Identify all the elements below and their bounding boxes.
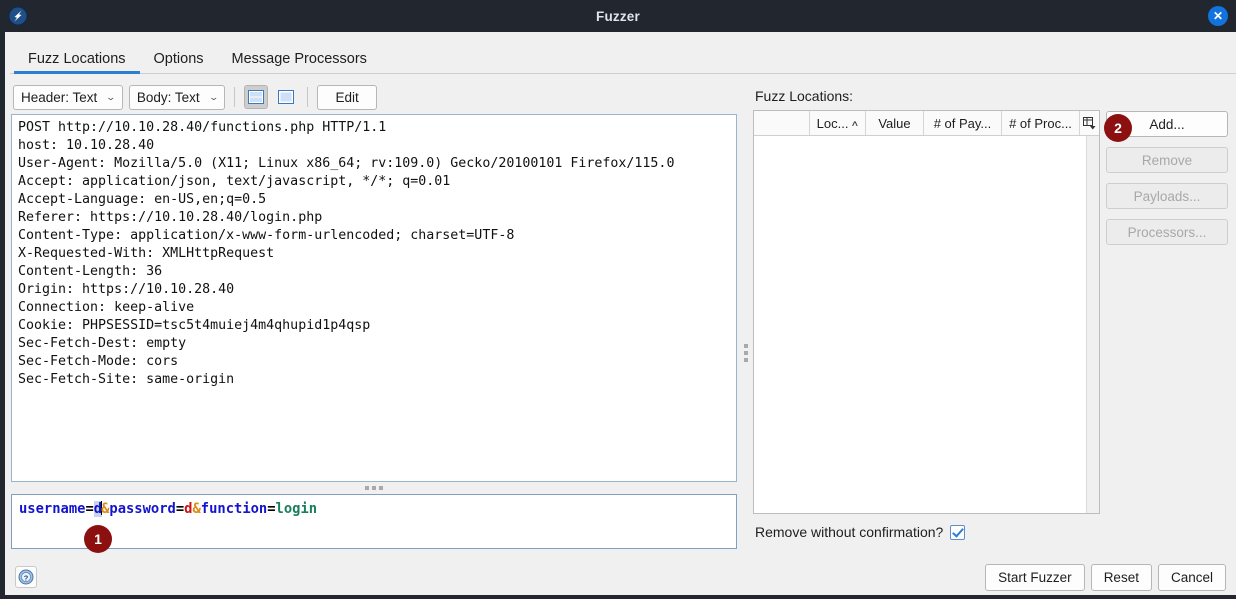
body-value-function: login	[275, 501, 318, 517]
fuzz-locations-label: Fuzz Locations:	[755, 88, 854, 104]
window-left-border	[0, 32, 5, 599]
chevron-down-icon: ⌄	[208, 91, 219, 102]
annotation-badge-1: 1	[84, 525, 112, 553]
editor-toolbar: Header: Text ⌄ Body: Text ⌄ Edit	[9, 80, 739, 114]
table-rows-container[interactable]	[754, 136, 1086, 513]
window-title: Fuzzer	[596, 8, 640, 24]
fuzz-locations-body: Loc... ∧ Value # of Pay... # of Proc...	[753, 110, 1228, 514]
body-amp-2: &	[192, 501, 201, 517]
table-column-settings-icon[interactable]	[1080, 111, 1099, 135]
column-header-location-label: Loc...	[816, 115, 849, 131]
zap-logo-icon	[8, 6, 28, 26]
close-icon[interactable]: ✕	[1208, 6, 1228, 26]
table-vertical-scrollbar[interactable]	[1086, 136, 1099, 513]
edit-button[interactable]: Edit	[317, 84, 378, 110]
sort-ascending-icon: ∧	[851, 118, 860, 128]
tab-bar: Fuzz Locations Options Message Processor…	[0, 32, 1236, 74]
tab-fuzz-locations[interactable]: Fuzz Locations	[14, 51, 140, 74]
payloads-button[interactable]: Payloads...	[1106, 183, 1228, 209]
dialog-content: Header: Text ⌄ Body: Text ⌄ Edit POST ht…	[0, 74, 1236, 591]
request-header-text: POST http://10.10.28.40/functions.php HT…	[18, 120, 675, 387]
table-header-row: Loc... ∧ Value # of Pay... # of Proc...	[754, 111, 1099, 136]
split-view-icon[interactable]	[244, 85, 269, 109]
help-question-icon[interactable]: ?	[15, 566, 37, 588]
vertical-splitter[interactable]	[739, 114, 753, 591]
title-bar: Fuzzer ✕	[0, 0, 1236, 32]
chevron-down-icon: ⌄	[105, 91, 117, 102]
fuzz-locations-panel: Fuzz Locations: Loc... ∧ Value # of Pay.…	[753, 80, 1230, 591]
body-eq-3: =	[267, 501, 276, 517]
header-view-select[interactable]: Header: Text ⌄	[13, 84, 123, 110]
single-view-icon[interactable]	[274, 85, 298, 109]
column-header-blank[interactable]	[754, 111, 810, 135]
table-body	[754, 136, 1099, 513]
request-body-text: username=d&password=d&function=login	[19, 500, 729, 518]
splitter-grip-icon	[365, 486, 384, 490]
window-bottom-border	[0, 595, 1236, 599]
column-header-value[interactable]: Value	[866, 111, 924, 135]
processors-button[interactable]: Processors...	[1106, 219, 1228, 245]
remove-confirmation-checkbox[interactable]	[950, 524, 966, 540]
column-header-payloads[interactable]: # of Pay...	[924, 111, 1002, 135]
message-editor-panel: Header: Text ⌄ Body: Text ⌄ Edit POST ht…	[9, 80, 739, 591]
fuzz-locations-table: Loc... ∧ Value # of Pay... # of Proc...	[753, 110, 1100, 514]
tab-options[interactable]: Options	[140, 51, 218, 74]
body-key-username: username	[19, 501, 86, 517]
toolbar-divider	[234, 87, 236, 107]
start-fuzzer-button[interactable]: Start Fuzzer	[985, 563, 1085, 591]
remove-confirmation-row: Remove without confirmation?	[755, 524, 1228, 540]
remove-button[interactable]: Remove	[1106, 147, 1228, 173]
column-header-processors[interactable]: # of Proc...	[1002, 111, 1080, 135]
body-view-select[interactable]: Body: Text ⌄	[128, 84, 226, 110]
toolbar-divider	[307, 87, 309, 107]
body-eq-1: =	[85, 501, 94, 517]
request-body-editor[interactable]: username=d&password=d&function=login	[11, 494, 738, 549]
request-header-editor[interactable]: POST http://10.10.28.40/functions.php HT…	[11, 114, 738, 482]
body-key-function: function	[200, 501, 268, 517]
body-eq-2: =	[175, 501, 185, 517]
cancel-button[interactable]: Cancel	[1157, 563, 1226, 591]
column-header-location[interactable]: Loc... ∧	[810, 111, 866, 135]
header-view-value: Header: Text	[21, 89, 98, 105]
remove-confirmation-label: Remove without confirmation?	[755, 524, 944, 540]
annotation-badge-2: 2	[1104, 114, 1132, 142]
body-view-value: Body: Text	[136, 89, 200, 105]
dialog-footer: ? Start Fuzzer Reset Cancel	[0, 555, 1236, 599]
tab-message-processors[interactable]: Message Processors	[218, 51, 381, 74]
body-key-password: password	[109, 501, 176, 517]
svg-text:?: ?	[24, 573, 29, 582]
fuzzer-dialog: Fuzzer ✕ Fuzz Locations Options Message …	[0, 0, 1236, 599]
reset-button[interactable]: Reset	[1090, 563, 1152, 591]
splitter-grip-icon	[744, 343, 749, 362]
horizontal-splitter[interactable]	[11, 482, 737, 494]
